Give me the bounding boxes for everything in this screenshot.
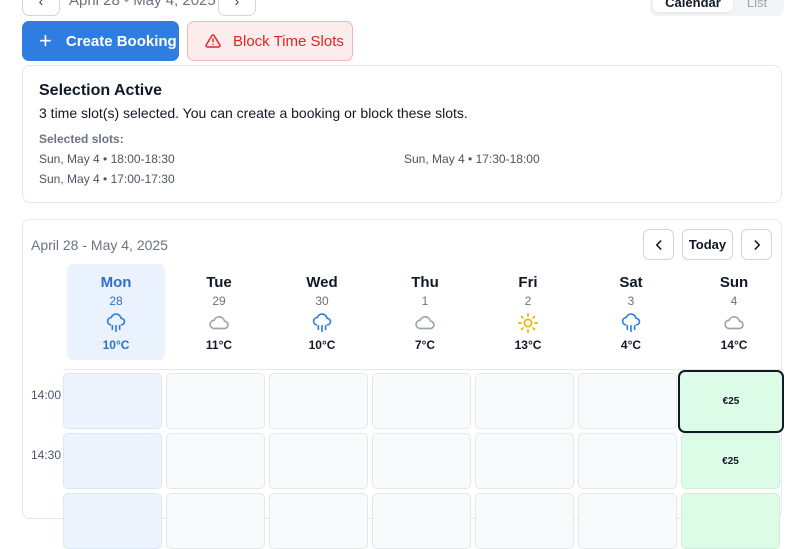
day-temp: 13°C <box>514 338 542 352</box>
selection-panel: Selection Active 3 time slot(s) selected… <box>22 65 782 203</box>
time-slot[interactable] <box>269 493 368 549</box>
time-slot[interactable] <box>372 493 471 549</box>
day-name: Fri <box>518 274 538 291</box>
day-date: 28 <box>109 294 123 308</box>
calendar-date-range: April 28 - May 4, 2025 <box>31 237 168 253</box>
time-slot[interactable] <box>269 433 368 489</box>
slot-price: €25 <box>722 455 739 467</box>
day-temp: 10°C <box>102 338 130 352</box>
time-slot[interactable] <box>372 433 471 489</box>
day-date: 2 <box>524 294 532 308</box>
time-slot[interactable] <box>578 433 677 489</box>
time-slot-available[interactable] <box>681 493 780 549</box>
time-slot[interactable] <box>63 433 162 489</box>
calendar-panel: April 28 - May 4, 2025 Today Mon 28 10°C… <box>22 219 784 549</box>
day-name: Sat <box>619 274 643 291</box>
time-slot[interactable] <box>166 433 265 489</box>
sun-icon <box>518 313 538 333</box>
day-date: 4 <box>730 294 738 308</box>
day-name: Mon <box>100 274 132 291</box>
view-calendar-tab[interactable]: Calendar <box>653 0 733 12</box>
day-date: 3 <box>627 294 635 308</box>
rain-icon <box>621 313 641 333</box>
time-slot[interactable] <box>166 373 265 429</box>
view-list-tab[interactable]: List <box>734 0 780 12</box>
day-date: 30 <box>315 294 329 308</box>
selected-slot-item: Sun, May 4 • 17:30-18:00 <box>404 152 540 166</box>
next-week-top-button[interactable]: › <box>218 0 256 16</box>
selected-slot-item: Sun, May 4 • 18:00-18:30 <box>39 152 175 166</box>
time-slot-available[interactable]: €25 <box>681 433 780 489</box>
time-slot[interactable] <box>269 373 368 429</box>
time-slot[interactable] <box>63 493 162 549</box>
cloud-icon <box>415 316 435 330</box>
day-header-thu: Thu 1 7°C <box>376 264 474 360</box>
plus-icon: + <box>39 28 52 53</box>
day-name: Sun <box>719 274 749 291</box>
header-divider <box>63 369 781 370</box>
warning-icon <box>205 34 221 48</box>
day-header-mon: Mon 28 10°C <box>67 264 165 360</box>
time-slot[interactable] <box>63 373 162 429</box>
selected-slot-item: Sun, May 4 • 17:00-17:30 <box>39 172 175 186</box>
chevron-right-icon <box>753 239 760 250</box>
rain-icon <box>106 313 126 333</box>
time-label: 14:30 <box>31 448 62 462</box>
time-slot[interactable] <box>578 373 677 429</box>
chevron-right-icon: › <box>234 0 240 9</box>
time-slot[interactable] <box>475 373 574 429</box>
top-date-range: April 28 - May 4, 2025 <box>69 0 216 9</box>
create-booking-label: Create Booking <box>65 32 177 50</box>
day-date: 1 <box>421 294 429 308</box>
time-slot[interactable] <box>475 433 574 489</box>
chevron-left-icon: ‹ <box>38 0 44 9</box>
day-temp: 14°C <box>720 338 748 352</box>
slot-price: €25 <box>722 396 740 407</box>
day-temp: 11°C <box>205 338 233 352</box>
time-slot[interactable] <box>372 373 471 429</box>
time-slot-available-selected[interactable]: €25 <box>678 370 784 433</box>
chevron-left-icon <box>655 239 662 250</box>
day-header-tue: Tue 29 11°C <box>170 264 268 360</box>
day-temp: 10°C <box>308 338 336 352</box>
day-header-fri: Fri 2 13°C <box>479 264 577 360</box>
cloud-icon <box>724 316 744 330</box>
time-slot[interactable] <box>166 493 265 549</box>
time-slot[interactable] <box>475 493 574 549</box>
day-temp: 4°C <box>620 338 642 352</box>
time-slot[interactable] <box>578 493 677 549</box>
block-time-slots-button[interactable]: Block Time Slots <box>187 21 353 61</box>
selected-slots-label: Selected slots: <box>39 132 124 146</box>
time-label: 14:00 <box>31 388 62 402</box>
day-header-wed: Wed 30 10°C <box>273 264 371 360</box>
day-date: 29 <box>212 294 226 308</box>
day-header-sun: Sun 4 14°C <box>685 264 783 360</box>
selection-title: Selection Active <box>39 82 163 99</box>
block-time-slots-label: Block Time Slots <box>233 32 344 50</box>
day-header-sat: Sat 3 4°C <box>582 264 680 360</box>
day-temp: 7°C <box>414 338 436 352</box>
today-button[interactable]: Today <box>682 229 733 260</box>
rain-icon <box>312 313 332 333</box>
day-name: Wed <box>306 274 338 291</box>
next-week-button[interactable] <box>741 229 772 260</box>
create-booking-button[interactable]: + Create Booking <box>22 21 179 61</box>
prev-week-button[interactable] <box>643 229 674 260</box>
prev-week-top-button[interactable]: ‹ <box>22 0 60 16</box>
selection-description: 3 time slot(s) selected. You can create … <box>39 105 468 121</box>
view-toggle: Calendar List <box>650 0 784 16</box>
day-name: Thu <box>411 274 439 291</box>
cloud-icon <box>209 316 229 330</box>
day-name: Tue <box>206 274 232 291</box>
